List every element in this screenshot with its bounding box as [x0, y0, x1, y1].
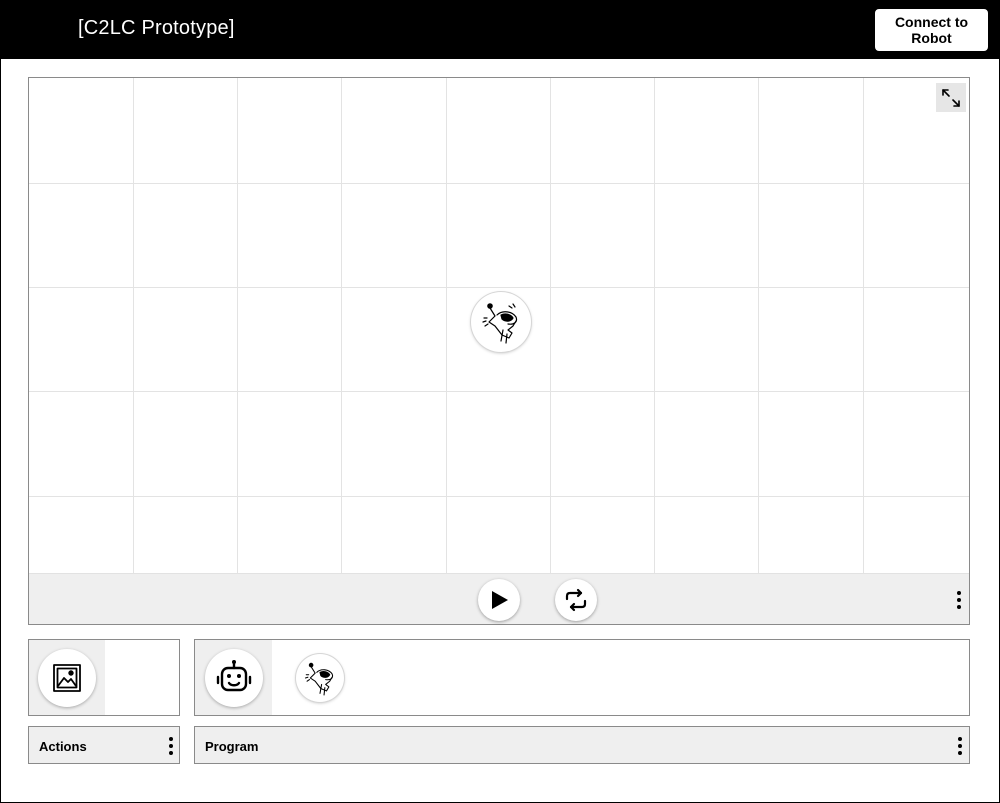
fullscreen-button[interactable]	[936, 83, 966, 112]
more-vertical-icon	[169, 737, 173, 741]
play-icon	[492, 591, 508, 609]
refresh-icon	[565, 588, 587, 612]
actions-label: Actions	[39, 739, 87, 754]
program-label: Program	[205, 739, 259, 754]
program-more-options-button[interactable]	[955, 736, 965, 756]
actions-footer: Actions	[28, 726, 180, 764]
connect-to-robot-button[interactable]: Connect to Robot	[875, 9, 988, 51]
actions-more-options-button[interactable]	[166, 736, 176, 756]
robot-button[interactable]	[204, 648, 263, 707]
app-title: [C2LC Prototype]	[78, 17, 235, 39]
scene-more-options-button[interactable]	[954, 590, 964, 610]
image-button[interactable]	[38, 648, 96, 707]
more-vertical-icon	[957, 591, 961, 595]
program-footer: Program	[194, 726, 970, 764]
image-icon	[53, 663, 81, 692]
program-panel	[194, 639, 970, 716]
app-header: [C2LC Prototype] Connect to Robot	[1, 1, 1000, 59]
program-tab	[195, 640, 272, 715]
play-button[interactable]	[478, 579, 520, 621]
program-character-block[interactable]	[296, 654, 344, 702]
dog-robot-character-icon	[482, 303, 518, 344]
expand-arrows-icon	[942, 88, 960, 107]
robot-character[interactable]	[471, 292, 531, 352]
dog-robot-character-icon	[304, 662, 334, 696]
robot-face-icon	[216, 659, 251, 691]
more-vertical-icon	[958, 737, 962, 741]
refresh-button[interactable]	[555, 579, 597, 621]
actions-tab	[29, 640, 105, 715]
actions-panel	[28, 639, 180, 716]
scene-controls-bar	[29, 573, 969, 624]
scene-panel	[28, 77, 970, 625]
